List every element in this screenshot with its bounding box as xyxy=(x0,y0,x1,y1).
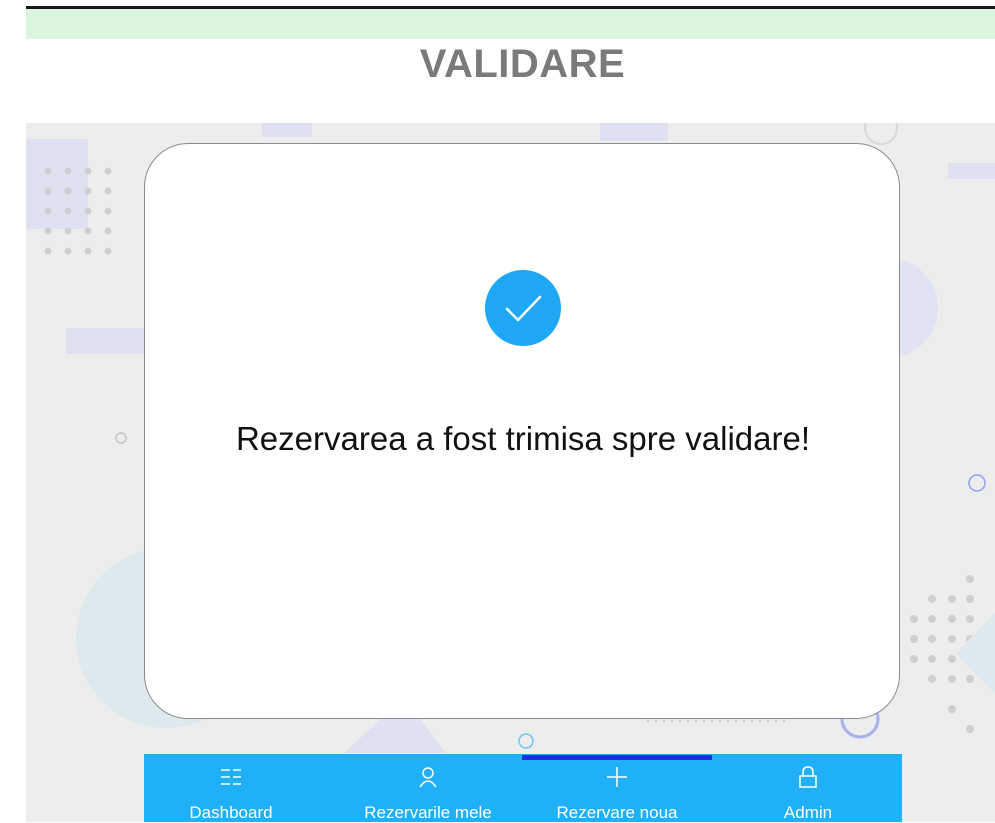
user-icon xyxy=(417,766,439,788)
nav-item-label: Dashboard xyxy=(189,803,273,822)
confirmation-modal: Rezervarea a fost trimisa spre validare! xyxy=(144,143,900,719)
active-tab-indicator xyxy=(522,755,712,760)
nav-item-rezervare-noua[interactable]: Rezervare noua xyxy=(522,754,712,822)
plus-icon xyxy=(606,766,628,788)
check-circle-icon xyxy=(485,270,561,346)
nav-item-dashboard[interactable]: Dashboard xyxy=(144,754,318,822)
nav-item-label: Admin xyxy=(783,803,833,822)
nav-item-label: Rezervare noua xyxy=(556,803,678,822)
page-title: VALIDARE xyxy=(419,42,626,86)
confirmation-message: Rezervarea a fost trimisa spre validare! xyxy=(235,420,811,457)
nav-item-rezervarile-mele[interactable]: Rezervarile mele xyxy=(338,754,518,822)
list-icon xyxy=(220,766,242,788)
lock-icon xyxy=(797,766,819,788)
bottom-navigation: Dashboard Rezervarile mele Rezervare nou… xyxy=(144,754,902,822)
nav-item-admin[interactable]: Admin xyxy=(718,754,898,822)
header-banner xyxy=(26,9,995,39)
nav-item-label: Rezervarile mele xyxy=(364,803,492,822)
